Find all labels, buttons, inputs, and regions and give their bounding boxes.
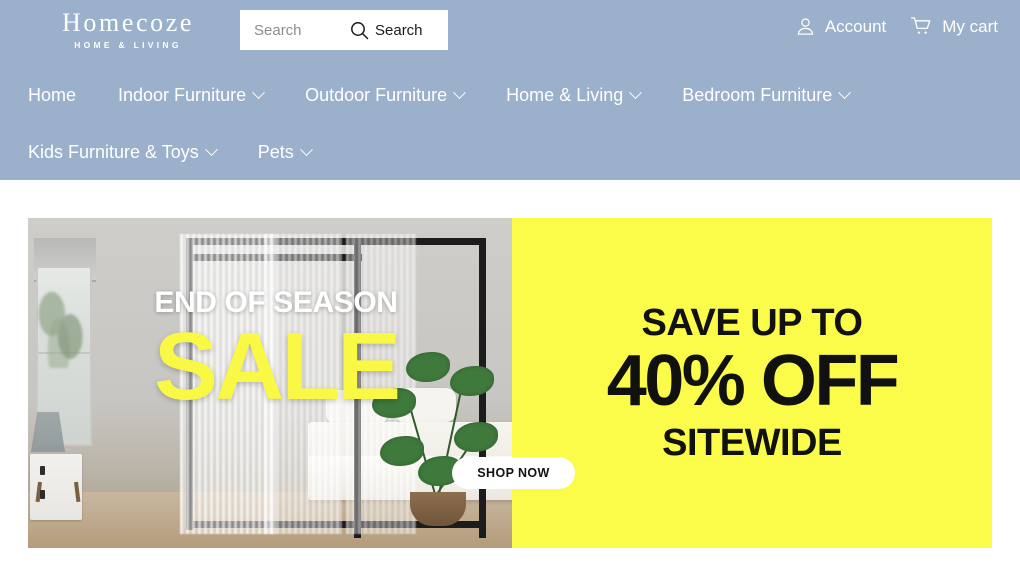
- hero-banner-image: END OF SEASON SALE: [28, 218, 512, 548]
- chevron-down-icon: [629, 86, 643, 100]
- chevron-down-icon: [252, 86, 265, 100]
- hero-banner[interactable]: END OF SEASON SALE SAVE UP TO 40% OFF SI…: [28, 218, 992, 548]
- offer-scope: SITEWIDE: [662, 421, 842, 464]
- chevron-down-icon: [838, 86, 852, 100]
- cart-icon: [910, 16, 933, 37]
- search-button-label: Search: [375, 21, 423, 39]
- search-icon: [350, 21, 369, 40]
- account-link[interactable]: Account: [795, 16, 886, 37]
- header-top-bar: Homecoze HOME & LIVING Search Search Acc…: [0, 0, 1020, 67]
- site-header: Homecoze HOME & LIVING Search Search Acc…: [0, 0, 1020, 180]
- nav-item-bedroom-furniture[interactable]: Bedroom Furniture: [682, 67, 852, 124]
- plant-pot: [410, 492, 466, 526]
- nav-item-label: Home & Living: [506, 85, 624, 105]
- nightstand-leg: [74, 481, 81, 503]
- nav-item-home-and-living[interactable]: Home & Living: [506, 67, 643, 124]
- chevron-down-icon: [204, 143, 218, 157]
- window-foliage: [38, 278, 84, 368]
- offer-save-up-to: SAVE UP TO: [641, 302, 863, 345]
- logo-tagline: HOME & LIVING: [74, 40, 182, 50]
- cart-link[interactable]: My cart: [910, 16, 998, 37]
- nav-item-indoor-furniture[interactable]: Indoor Furniture: [118, 67, 265, 124]
- offer-discount: 40% OFF: [606, 341, 900, 422]
- nav-item-pets[interactable]: Pets: [257, 124, 313, 181]
- plant-leaf: [450, 366, 494, 396]
- nav-item-home[interactable]: Home: [28, 67, 76, 124]
- chevron-down-icon: [453, 86, 467, 100]
- plant-leaf: [380, 436, 424, 466]
- nav-item-label: Pets: [257, 142, 294, 162]
- site-logo[interactable]: Homecoze HOME & LIVING: [28, 10, 228, 50]
- nav-item-label: Home: [28, 85, 77, 105]
- cart-label: My cart: [942, 16, 998, 36]
- plant-leaf: [406, 352, 450, 382]
- chevron-down-icon: [299, 143, 313, 157]
- nav-item-label: Kids Furniture & Toys: [28, 142, 199, 162]
- monstera-plant: [366, 336, 506, 526]
- hero-offer-panel: SAVE UP TO 40% OFF SITEWIDE: [512, 218, 992, 548]
- nav-item-label: Outdoor Furniture: [305, 85, 448, 105]
- nav-item-outdoor-furniture[interactable]: Outdoor Furniture: [305, 67, 467, 124]
- user-icon: [795, 16, 816, 37]
- nightstand-leg: [35, 481, 42, 503]
- nav-item-label: Indoor Furniture: [118, 85, 247, 105]
- account-label: Account: [824, 16, 887, 36]
- header-actions: Account My cart: [795, 16, 998, 37]
- search-input[interactable]: [240, 10, 350, 50]
- main-navigation: Home Indoor Furniture Outdoor Furniture …: [0, 67, 1020, 181]
- sheer-curtain: [180, 234, 276, 534]
- page-body: END OF SEASON SALE SAVE UP TO 40% OFF SI…: [0, 180, 1020, 573]
- shop-now-button[interactable]: SHOP NOW: [452, 457, 575, 489]
- nav-item-label: Bedroom Furniture: [682, 85, 833, 105]
- sheer-curtain: [264, 234, 342, 534]
- plant-leaf: [454, 422, 498, 452]
- logo-wordmark: Homecoze: [62, 8, 194, 37]
- search-bar[interactable]: Search: [240, 10, 448, 50]
- search-submit-button[interactable]: Search: [350, 21, 423, 40]
- nav-item-kids-furniture-and-toys[interactable]: Kids Furniture & Toys: [28, 124, 218, 181]
- plant-leaf: [372, 388, 416, 418]
- nightstand: [30, 454, 82, 520]
